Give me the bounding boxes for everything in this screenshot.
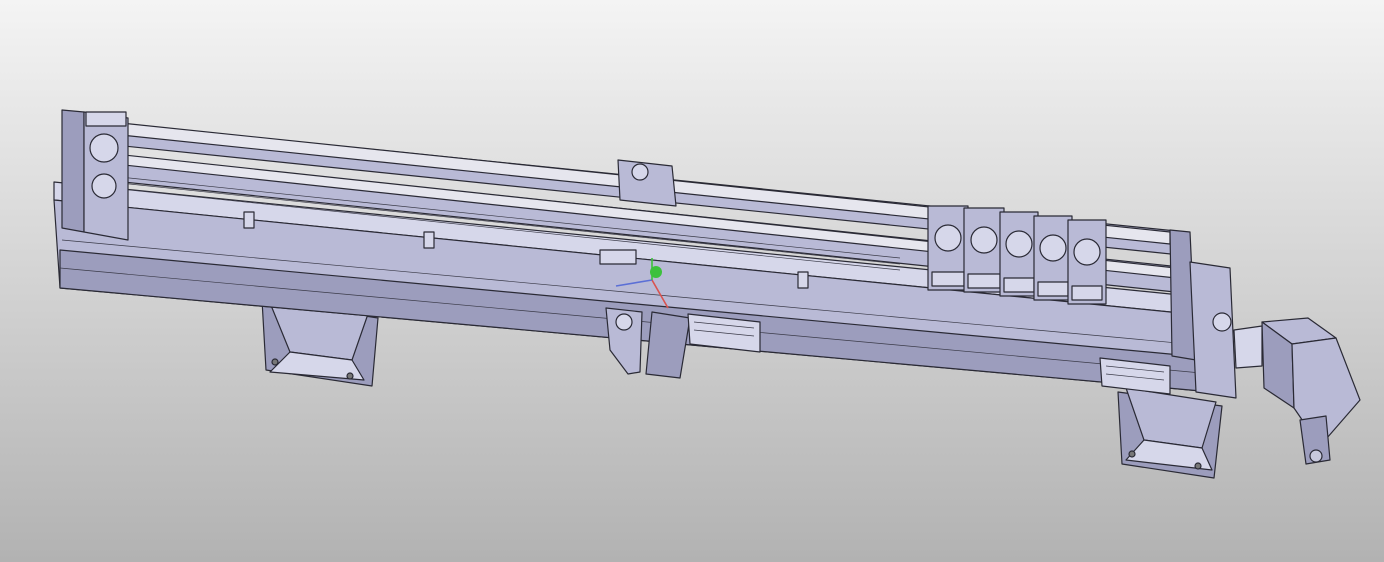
right-support-leg[interactable]: [1117, 387, 1223, 479]
bearing-block[interactable]: [1067, 219, 1107, 305]
bearing-block[interactable]: [963, 207, 1005, 293]
left-end-plate[interactable]: [61, 109, 129, 241]
center-carriage[interactable]: [617, 159, 677, 207]
bearing-block-group[interactable]: [927, 205, 1107, 305]
linear-axis-assembly-model[interactable]: [0, 0, 1384, 562]
servo-motor[interactable]: [1233, 317, 1361, 465]
small-bracket: [423, 231, 435, 249]
bearing-block[interactable]: [1033, 215, 1073, 301]
3d-viewport[interactable]: [0, 0, 1384, 562]
small-bracket: [797, 271, 809, 289]
bearing-block[interactable]: [999, 211, 1039, 297]
small-bracket: [243, 211, 255, 229]
bearing-block[interactable]: [927, 205, 969, 291]
